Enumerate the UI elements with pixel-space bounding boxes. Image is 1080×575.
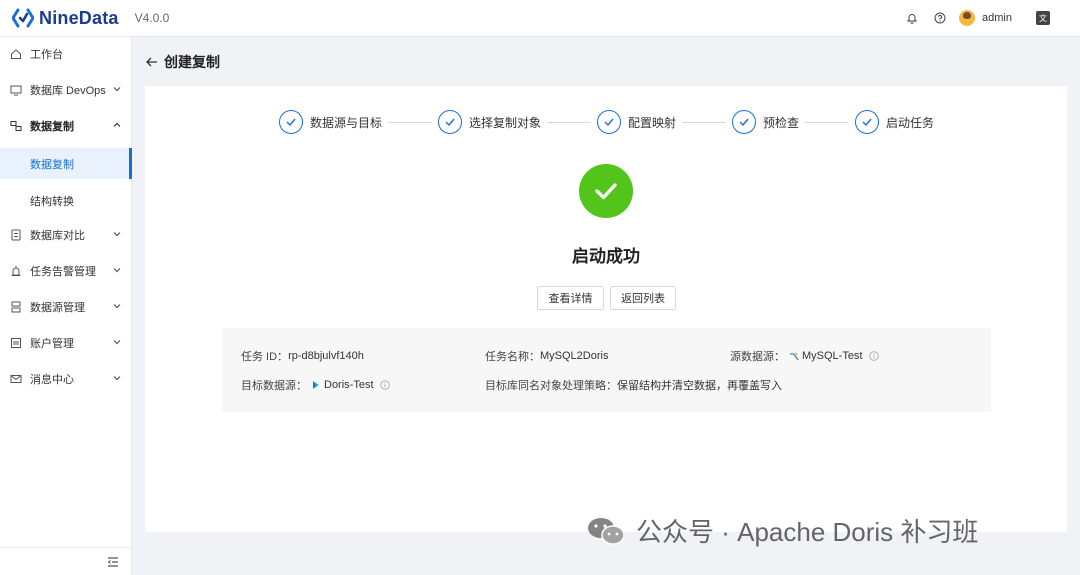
app-name: NineData xyxy=(39,7,119,28)
strategy-value: 保留结构并清空数据，再覆盖写入 xyxy=(617,380,782,392)
check-icon xyxy=(438,110,462,134)
step-label: 数据源与目标 xyxy=(310,115,383,130)
back-to-list-button[interactable]: 返回列表 xyxy=(610,286,676,310)
task-name-label: 任务名称： xyxy=(485,351,540,363)
app-logo[interactable]: NineData xyxy=(11,7,119,29)
language-switch-icon[interactable]: 文 xyxy=(1036,11,1050,25)
task-name-field: 任务名称： MySQL2Doris xyxy=(485,348,608,364)
task-name-value: MySQL2Doris xyxy=(540,350,609,362)
main-card: 数据源与目标 选择复制对象 配置映射 预检查 启动任务 启动成功 查看详情 返回… xyxy=(145,86,1067,532)
check-icon xyxy=(732,110,756,134)
page-title: 创建复制 xyxy=(164,54,220,70)
page-header: 创建复制 xyxy=(145,52,220,72)
step-connector xyxy=(547,122,591,123)
sidebar-item-label: 数据库 DevOps xyxy=(30,85,106,97)
version-label: V4.0.0 xyxy=(134,11,170,25)
sidebar-item-alerts[interactable]: 任务告警管理 xyxy=(0,256,132,286)
step-label: 启动任务 xyxy=(886,115,935,130)
menu-collapse-icon xyxy=(107,556,119,568)
sidebar-item-messages[interactable]: 消息中心 xyxy=(0,364,132,394)
sidebar-item-label: 数据复制 xyxy=(30,121,74,133)
sidebar-item-replication[interactable]: 数据复制 xyxy=(0,111,132,141)
sidebar-item-db-compare[interactable]: 数据库对比 xyxy=(0,220,132,250)
arrow-left-icon[interactable] xyxy=(145,55,159,69)
chevron-down-icon xyxy=(112,373,122,383)
sidebar-item-label: 任务告警管理 xyxy=(30,266,96,278)
watermark-text: 公众号 · Apache Doris 补习班 xyxy=(636,517,979,547)
strategy-field: 目标库同名对象处理策略： 保留结构并清空数据，再覆盖写入 xyxy=(485,377,782,393)
chevron-up-icon xyxy=(112,120,122,130)
target-label: 目标数据源： xyxy=(241,380,307,392)
step-4: 预检查 xyxy=(732,110,799,134)
monitor-icon xyxy=(10,84,22,96)
top-bar: NineData V4.0.0 admin 文 xyxy=(0,0,1080,37)
check-icon xyxy=(855,110,879,134)
strategy-label: 目标库同名对象处理策略： xyxy=(485,380,617,392)
sidebar-subitem-label: 数据复制 xyxy=(30,158,74,171)
account-icon xyxy=(10,337,22,349)
watermark: 公众号 · Apache Doris 补习班 xyxy=(586,512,978,549)
view-details-button[interactable]: 查看详情 xyxy=(537,286,604,310)
info-icon[interactable] xyxy=(379,380,390,390)
step-5: 启动任务 xyxy=(855,110,934,134)
target-datasource-field: 目标数据源： Doris-Test xyxy=(241,377,390,393)
step-label: 配置映射 xyxy=(628,115,677,130)
doris-icon xyxy=(311,380,321,390)
sidebar-item-label: 数据源管理 xyxy=(30,302,85,314)
chevron-down-icon xyxy=(112,229,122,239)
step-connector xyxy=(388,122,432,123)
avatar[interactable] xyxy=(959,10,976,26)
home-icon xyxy=(10,48,22,60)
alarm-icon xyxy=(10,265,22,277)
sidebar-item-accounts[interactable]: 账户管理 xyxy=(0,328,132,358)
bell-icon[interactable] xyxy=(905,11,919,25)
sidebar-item-label: 数据库对比 xyxy=(30,230,85,242)
mysql-icon xyxy=(789,351,799,361)
help-icon[interactable] xyxy=(933,11,947,25)
replication-icon xyxy=(10,120,22,132)
sidebar-item-label: 工作台 xyxy=(30,49,63,61)
sidebar-item-datasource[interactable]: 数据源管理 xyxy=(0,292,132,322)
username[interactable]: admin xyxy=(982,12,1012,24)
sidebar-item-label: 消息中心 xyxy=(30,374,74,386)
wechat-icon xyxy=(586,515,626,547)
check-icon xyxy=(279,110,303,134)
source-value[interactable]: MySQL-Test xyxy=(802,350,863,362)
success-icon xyxy=(579,164,633,218)
source-label: 源数据源： xyxy=(730,351,785,363)
chevron-down-icon xyxy=(112,265,122,275)
target-value[interactable]: Doris-Test xyxy=(324,379,374,391)
chevron-down-icon xyxy=(112,337,122,347)
check-icon xyxy=(597,110,621,134)
result-title: 启动成功 xyxy=(572,247,640,266)
step-connector xyxy=(805,122,849,123)
step-label: 选择复制对象 xyxy=(469,115,542,130)
task-id-value: rp-d8bjulvf140h xyxy=(288,350,364,362)
task-id-label: 任务 ID： xyxy=(241,351,289,363)
task-info-panel: 任务 ID： rp-d8bjulvf140h 任务名称： MySQL2Doris… xyxy=(222,328,991,412)
sidebar-collapse-button[interactable] xyxy=(0,547,131,575)
sidebar-item-devops[interactable]: 数据库 DevOps xyxy=(0,75,132,105)
step-label: 预检查 xyxy=(763,115,800,130)
info-icon[interactable] xyxy=(868,351,879,361)
chevron-down-icon xyxy=(112,84,122,94)
mail-icon xyxy=(10,373,22,385)
step-connector xyxy=(682,122,726,123)
sidebar: 工作台 数据库 DevOps 数据复制 数据复制 结构转换 数据库对比 任务告警… xyxy=(0,37,132,575)
ninedata-logo-icon xyxy=(11,8,35,28)
sidebar-subitem-replication[interactable]: 数据复制 xyxy=(0,148,132,179)
source-datasource-field: 源数据源： MySQL-Test xyxy=(730,348,879,364)
database-icon xyxy=(10,301,22,313)
sidebar-item-label: 账户管理 xyxy=(30,338,74,350)
compare-icon xyxy=(10,229,22,241)
task-id-field: 任务 ID： rp-d8bjulvf140h xyxy=(241,348,364,364)
step-3: 配置映射 xyxy=(597,110,676,134)
step-1: 数据源与目标 xyxy=(279,110,382,134)
step-2: 选择复制对象 xyxy=(438,110,541,134)
sidebar-subitem-schema-conversion[interactable]: 结构转换 xyxy=(0,185,132,216)
chevron-down-icon xyxy=(112,301,122,311)
sidebar-item-workbench[interactable]: 工作台 xyxy=(0,39,132,69)
sidebar-subitem-label: 结构转换 xyxy=(30,195,74,208)
